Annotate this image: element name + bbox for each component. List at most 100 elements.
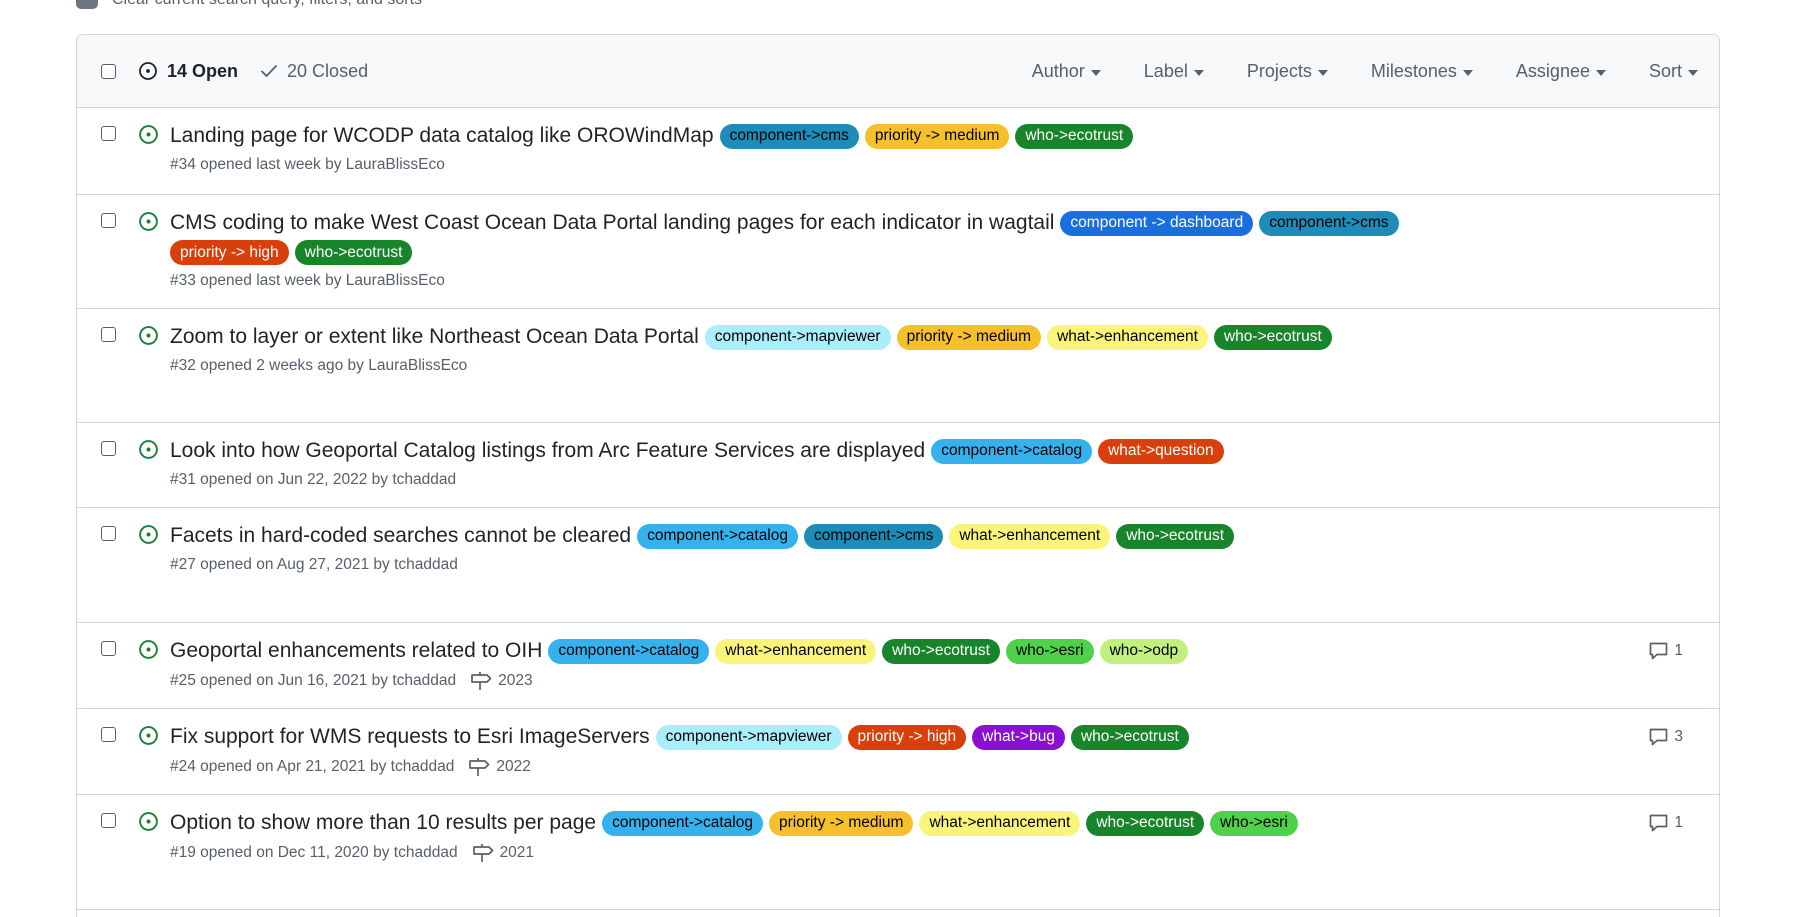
issue-row: Landing page for WCODP data catalog like… xyxy=(77,108,1719,195)
issue-label[interactable]: component->cms xyxy=(1259,210,1399,236)
issue-opened-icon xyxy=(138,439,159,460)
issue-checkbox[interactable] xyxy=(101,526,116,541)
issue-label[interactable]: who->odp xyxy=(1099,638,1189,664)
author-filter-label: Author xyxy=(1031,61,1085,81)
issue-meta-text: #19 opened on Dec 11, 2020 by tchaddad xyxy=(170,844,458,861)
comments-link[interactable]: 1 xyxy=(1648,641,1683,661)
open-issues-tab[interactable]: 14 Open xyxy=(138,61,238,82)
issue-checkbox[interactable] xyxy=(101,213,116,228)
clear-filters-label: Clear current search query, filters, and… xyxy=(112,0,422,9)
milestone-link[interactable]: 2023 xyxy=(470,671,533,691)
issue-title-link[interactable]: Look into how Geoportal Catalog listings… xyxy=(170,436,925,466)
caret-down-icon xyxy=(1317,69,1328,76)
milestone-icon xyxy=(472,843,494,863)
issues-list: 14 Open 20 Closed Author Label Projects xyxy=(76,34,1720,917)
issue-label[interactable]: who->esri xyxy=(1210,810,1298,836)
issue-label[interactable]: what->enhancement xyxy=(715,638,877,664)
issue-label[interactable]: priority -> medium xyxy=(864,123,1010,149)
issue-label[interactable]: what->enhancement xyxy=(949,523,1111,549)
issue-label[interactable]: who->ecotrust xyxy=(294,240,413,265)
milestone-label: 2023 xyxy=(498,672,533,689)
issue-meta: #25 opened on Jun 16, 2021 by tchaddad 20… xyxy=(170,671,1519,691)
issue-meta-text: #33 opened last week by LauraBlissEco xyxy=(170,272,445,289)
issue-label[interactable]: component->catalog xyxy=(602,810,763,836)
check-icon xyxy=(260,63,278,79)
projects-filter[interactable]: Projects xyxy=(1247,61,1328,82)
caret-down-icon xyxy=(1688,69,1698,76)
issue-row: Look into how Geoportal Catalog listings… xyxy=(77,423,1719,508)
milestone-link[interactable]: 2022 xyxy=(468,757,531,777)
issue-label[interactable]: who->ecotrust xyxy=(882,638,1000,664)
issue-label[interactable]: who->ecotrust xyxy=(1086,810,1205,836)
issue-label[interactable]: what->question xyxy=(1098,438,1224,464)
assignee-filter-label: Assignee xyxy=(1515,61,1590,81)
issue-label[interactable]: priority -> medium xyxy=(896,324,1042,350)
issue-label[interactable]: priority -> medium xyxy=(768,810,914,836)
issue-body: Option to show more than 10 results per … xyxy=(170,795,1719,863)
issue-checkbox[interactable] xyxy=(101,813,116,828)
issue-title-link[interactable]: Facets in hard-coded searches cannot be … xyxy=(170,521,631,551)
comments-link[interactable]: 3 xyxy=(1648,727,1683,747)
assignee-filter[interactable]: Assignee xyxy=(1516,61,1606,82)
issue-checkbox[interactable] xyxy=(101,126,116,141)
issue-label[interactable]: component->mapviewer xyxy=(704,324,891,350)
issue-label[interactable]: component->catalog xyxy=(548,638,710,664)
issue-label[interactable]: priority -> high xyxy=(170,240,289,265)
issue-title-line: Look into how Geoportal Catalog listings… xyxy=(170,436,1519,466)
issue-rows: Landing page for WCODP data catalog like… xyxy=(77,108,1719,910)
issue-title-link[interactable]: Landing page for WCODP data catalog like… xyxy=(170,121,714,151)
issue-label[interactable]: who->ecotrust xyxy=(1015,123,1134,149)
issue-title-link[interactable]: Option to show more than 10 results per … xyxy=(170,808,596,838)
issue-label[interactable]: component->catalog xyxy=(637,523,798,549)
sort-filter[interactable]: Sort xyxy=(1649,61,1698,82)
issue-title-link[interactable]: CMS coding to make West Coast Ocean Data… xyxy=(170,208,1054,238)
issue-label[interactable]: what->enhancement xyxy=(1047,324,1208,350)
issue-meta: #33 opened last week by LauraBlissEco xyxy=(170,272,1519,290)
milestone-icon xyxy=(468,757,490,777)
issue-title-link[interactable]: Geoportal enhancements related to OIH xyxy=(170,636,542,666)
clear-filters-link[interactable]: Clear current search query, filters, and… xyxy=(76,0,422,10)
issue-label[interactable]: who->ecotrust xyxy=(1116,523,1235,549)
issue-label[interactable]: who->esri xyxy=(1005,638,1094,664)
issue-body: Facets in hard-coded searches cannot be … xyxy=(170,508,1719,574)
caret-down-icon xyxy=(1462,69,1473,76)
issue-label[interactable]: component -> dashboard xyxy=(1060,210,1254,236)
issue-checkbox[interactable] xyxy=(101,327,116,342)
issue-meta-text: #25 opened on Jun 16, 2021 by tchaddad xyxy=(170,672,457,689)
comments-link[interactable]: 1 xyxy=(1648,813,1683,833)
issue-label[interactable]: component->mapviewer xyxy=(655,724,842,750)
issue-label[interactable]: component->cms xyxy=(719,123,859,149)
author-filter[interactable]: Author xyxy=(1032,61,1101,82)
issue-label[interactable]: what->enhancement xyxy=(919,810,1081,836)
comment-icon xyxy=(1648,813,1669,833)
issue-opened-icon xyxy=(138,211,159,232)
issue-meta: #19 opened on Dec 11, 2020 by tchaddad 20… xyxy=(170,843,1519,863)
issue-label[interactable]: component->cms xyxy=(804,523,944,549)
issue-label[interactable]: component->catalog xyxy=(931,438,1093,464)
issue-title-link[interactable]: Zoom to layer or extent like Northeast O… xyxy=(170,322,699,352)
issue-label[interactable]: who->ecotrust xyxy=(1213,324,1332,350)
label-filter[interactable]: Label xyxy=(1144,61,1204,82)
milestone-link[interactable]: 2021 xyxy=(472,843,534,863)
issue-body: CMS coding to make West Coast Ocean Data… xyxy=(170,195,1719,290)
issue-checkbox[interactable] xyxy=(101,441,116,456)
issue-checkbox[interactable] xyxy=(101,727,116,742)
issue-row: Geoportal enhancements related to OIH com… xyxy=(77,623,1719,709)
issue-label[interactable]: priority -> high xyxy=(847,724,967,750)
issue-body: Geoportal enhancements related to OIH com… xyxy=(170,623,1719,691)
closed-issues-tab[interactable]: 20 Closed xyxy=(260,61,368,82)
issue-row: CMS coding to make West Coast Ocean Data… xyxy=(77,195,1719,309)
issue-checkbox[interactable] xyxy=(101,641,116,656)
issue-body: Look into how Geoportal Catalog listings… xyxy=(170,423,1719,489)
issue-body: Fix support for WMS requests to Esri Ima… xyxy=(170,709,1719,777)
select-all-checkbox[interactable] xyxy=(101,63,116,79)
issue-meta: #32 opened 2 weeks ago by LauraBlissEco xyxy=(170,357,1519,375)
milestones-filter[interactable]: Milestones xyxy=(1371,61,1473,82)
comment-icon xyxy=(1648,727,1669,747)
state-toggle: 14 Open 20 Closed xyxy=(138,61,368,82)
issue-label[interactable]: what->bug xyxy=(972,724,1065,750)
issue-title-link[interactable]: Fix support for WMS requests to Esri Ima… xyxy=(170,722,650,752)
issue-meta-text: #27 opened on Aug 27, 2021 by tchaddad xyxy=(170,556,458,573)
issue-label[interactable]: who->ecotrust xyxy=(1070,724,1189,750)
projects-filter-label: Projects xyxy=(1246,61,1312,81)
